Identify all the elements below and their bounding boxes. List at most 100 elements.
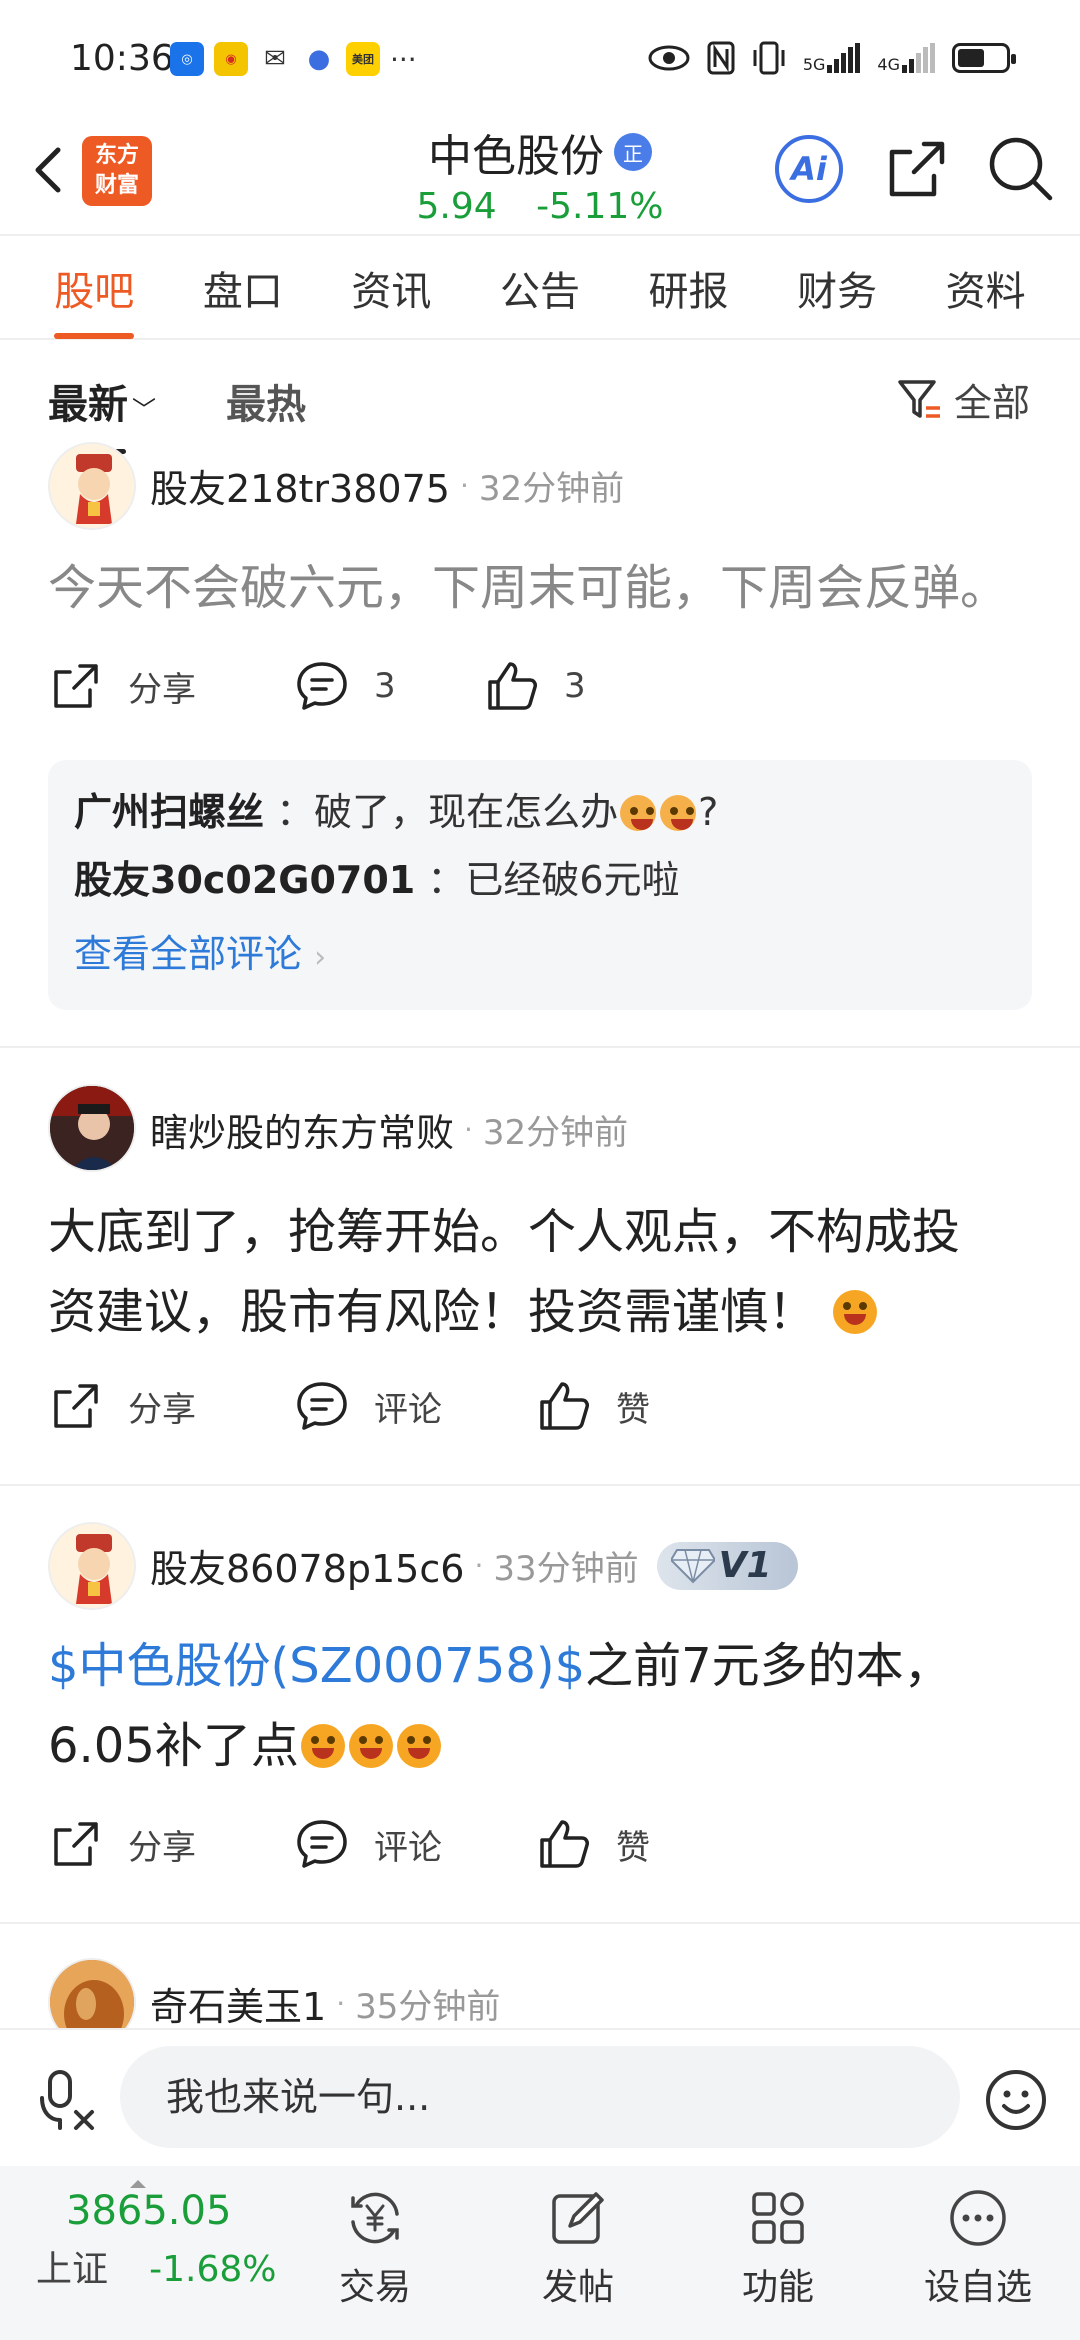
post-time: 33分钟前 bbox=[493, 1549, 639, 1589]
grid-apps-icon bbox=[752, 2192, 804, 2244]
comment-input[interactable]: 我也来说一句... bbox=[120, 2046, 960, 2148]
tab-pankou[interactable]: 盘口 bbox=[195, 259, 291, 317]
thumbs-up-icon bbox=[540, 1382, 589, 1430]
tab-finance[interactable]: 财务 bbox=[789, 259, 885, 317]
post-item: 奇石美玉1 · 35分钟前 bbox=[0, 1924, 1080, 2028]
post-time: 32分钟前 bbox=[478, 469, 625, 509]
view-all-comments-link[interactable]: 查看全部评论 › bbox=[74, 918, 1006, 994]
share-button[interactable]: 分享 bbox=[48, 1378, 196, 1434]
status-indicators: 5G 4G bbox=[647, 40, 1016, 76]
more-notifications-icon: ··· bbox=[390, 42, 417, 76]
stock-price: 5.94 bbox=[416, 186, 497, 227]
nav-trade[interactable]: 交易 bbox=[300, 2186, 450, 2310]
browser-app-icon: ◎ bbox=[170, 42, 204, 76]
laughing-tears-emoji-icon bbox=[396, 1724, 441, 1768]
author-name[interactable]: 股友86078p15c6 bbox=[150, 1538, 464, 1593]
post-content[interactable]: 今天不会破六元，下周末可能，下周会反弹。 bbox=[48, 548, 1038, 628]
comment-user: 股友30c02G0701 bbox=[74, 858, 416, 902]
filter-icon bbox=[898, 379, 940, 418]
comment-button[interactable]: 评论 bbox=[294, 1816, 442, 1872]
tab-guba[interactable]: 股吧 bbox=[46, 259, 142, 317]
nav-add-watchlist[interactable]: 设自选 bbox=[903, 2186, 1053, 2310]
sort-hot[interactable]: 最热 bbox=[226, 372, 306, 430]
comment-icon bbox=[297, 662, 347, 710]
tab-research[interactable]: 研报 bbox=[641, 259, 737, 317]
author-name[interactable]: 奇石美玉1 bbox=[150, 1976, 326, 2028]
yuan-exchange-icon bbox=[351, 2192, 399, 2244]
comment-button[interactable]: 3 bbox=[294, 658, 396, 714]
share-icon bbox=[54, 1384, 98, 1428]
post-item: 瞎炒股的东方常败 · 32分钟前 大底到了，抢筹开始。个人观点，不构成投 资建议… bbox=[0, 1048, 1080, 1486]
comment-input-bar: 我也来说一句... bbox=[0, 2028, 1080, 2164]
comment-text: ：破了，现在怎么办 bbox=[276, 790, 619, 834]
comment-text: ：已经破6元啦 bbox=[427, 858, 680, 902]
back-arrow-icon[interactable] bbox=[22, 140, 82, 200]
stone-avatar-icon bbox=[50, 1960, 134, 2028]
like-button[interactable]: 赞 bbox=[536, 1816, 650, 1872]
nav-post[interactable]: 发帖 bbox=[503, 2186, 653, 2310]
comment-item[interactable]: 广州扫螺丝 ：破了，现在怎么办? bbox=[74, 778, 1006, 846]
stock-name: 中色股份 bbox=[428, 131, 604, 182]
avatar[interactable] bbox=[48, 1522, 136, 1610]
stock-header: 中色股份 正 5.94 -5.11% 东方财富 Ai bbox=[0, 120, 1080, 236]
flushed-emoji-icon bbox=[620, 795, 657, 831]
post-actions: 分享 评论 赞 bbox=[48, 1816, 848, 1886]
tab-announcements[interactable]: 公告 bbox=[492, 259, 588, 317]
index-change: -1.68% bbox=[149, 2249, 277, 2290]
search-icon[interactable] bbox=[984, 132, 1058, 206]
comment-icon bbox=[297, 1382, 347, 1430]
post-time: 32分钟前 bbox=[482, 1113, 629, 1153]
like-button[interactable]: 3 bbox=[484, 658, 586, 714]
stock-change: -5.11% bbox=[536, 186, 664, 227]
compose-icon bbox=[552, 2192, 604, 2244]
share-icon bbox=[54, 664, 98, 708]
nav-functions[interactable]: 功能 bbox=[703, 2186, 853, 2310]
caishen-avatar-icon bbox=[50, 1524, 134, 1608]
chevron-down-icon: ﹀ bbox=[132, 396, 156, 424]
market-index-ticker[interactable]: 3865.05 上证 -1.68% bbox=[36, 2180, 296, 2292]
laughing-tears-emoji-icon bbox=[300, 1724, 345, 1768]
laughing-tears-emoji-icon bbox=[348, 1724, 393, 1768]
comment-preview: 广州扫螺丝 ：破了，现在怎么办? 股友30c02G0701 ：已经破6元啦 查看… bbox=[48, 760, 1032, 1010]
emoji-picker-icon[interactable] bbox=[982, 2066, 1050, 2134]
post-item: 股友86078p15c6 · 33分钟前 V1 $中色股份(SZ000758)$… bbox=[0, 1486, 1080, 1924]
stock-link[interactable]: $中色股份(SZ000758)$ bbox=[48, 1638, 585, 1694]
caishen-avatar-icon bbox=[50, 444, 134, 528]
chevron-right-icon: › bbox=[314, 940, 327, 975]
verified-badge-icon: 正 bbox=[614, 133, 652, 171]
avatar[interactable] bbox=[48, 1084, 136, 1172]
brand-logo[interactable]: 东方财富 bbox=[82, 136, 152, 206]
flushed-emoji-icon bbox=[660, 795, 697, 831]
status-bar: 10:36 ◎ ◉ ✉ ● 美团 ··· 5G 4G bbox=[0, 0, 1080, 120]
post-content[interactable]: $中色股份(SZ000758)$之前7元多的本， 6.05补了点 bbox=[48, 1626, 1038, 1786]
tab-news[interactable]: 资讯 bbox=[343, 259, 439, 317]
thumbs-up-icon bbox=[488, 662, 537, 710]
caret-up-icon bbox=[130, 2180, 146, 2188]
avatar[interactable] bbox=[48, 1958, 136, 2028]
share-icon[interactable] bbox=[880, 132, 954, 206]
signal-5g: 5G bbox=[803, 43, 862, 73]
comment-item[interactable]: 股友30c02G0701 ：已经破6元啦 bbox=[74, 846, 1006, 914]
index-name: 上证 bbox=[36, 2249, 109, 2290]
avatar[interactable] bbox=[48, 442, 136, 530]
tab-profile[interactable]: 资料 bbox=[938, 259, 1034, 317]
signal-4g: 4G bbox=[877, 43, 936, 73]
author-name[interactable]: 股友218tr38075 bbox=[150, 458, 450, 513]
post-actions: 分享 评论 赞 bbox=[48, 1378, 848, 1448]
ai-label: Ai bbox=[788, 150, 828, 188]
post-actions: 分享 3 3 bbox=[48, 658, 848, 728]
share-button[interactable]: 分享 bbox=[48, 658, 196, 714]
share-button[interactable]: 分享 bbox=[48, 1816, 196, 1872]
voice-input-icon[interactable] bbox=[36, 2068, 100, 2132]
post-content[interactable]: 大底到了，抢筹开始。个人观点，不构成投 资建议，股市有风险！投资需谨慎！ bbox=[48, 1192, 1038, 1352]
status-app-icons: ◎ ◉ ✉ ● 美团 ··· bbox=[170, 42, 417, 76]
filter-all-button[interactable]: 全部 bbox=[896, 372, 1030, 427]
sort-latest-dropdown[interactable]: 最新 ﹀ bbox=[48, 372, 156, 454]
author-name[interactable]: 瞎炒股的东方常败 bbox=[150, 1102, 454, 1157]
planet-app-icon: ● bbox=[307, 44, 331, 74]
comment-user: 广州扫螺丝 bbox=[74, 790, 265, 834]
like-button[interactable]: 赞 bbox=[536, 1378, 650, 1434]
ai-assistant-button[interactable]: Ai bbox=[772, 132, 846, 206]
weibo-icon: ◉ bbox=[214, 42, 248, 76]
comment-button[interactable]: 评论 bbox=[294, 1378, 442, 1434]
